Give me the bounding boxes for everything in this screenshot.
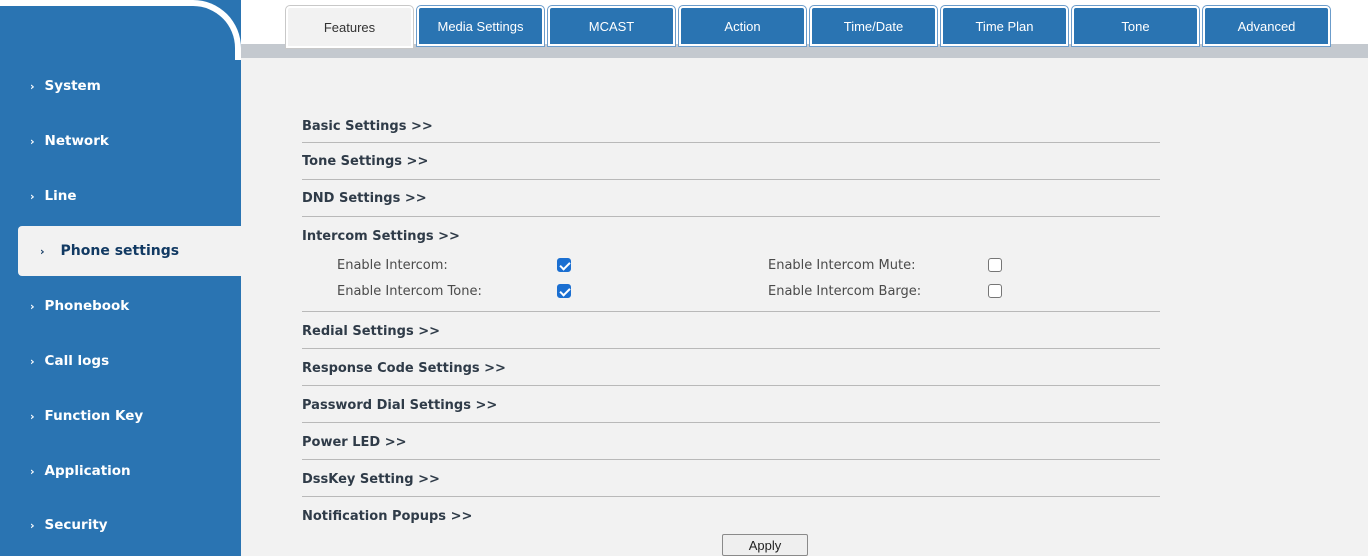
section-dnd-settings: DND Settings >> <box>302 180 1160 217</box>
enable-intercom-barge-label: Enable Intercom Barge: <box>768 284 922 299</box>
sidebar-item-security[interactable]: › Security <box>0 500 241 550</box>
tab-action[interactable]: Action <box>678 5 807 47</box>
section-title[interactable]: Basic Settings >> <box>302 119 433 134</box>
sidebar-item-network[interactable]: › Network <box>0 116 241 166</box>
section-title[interactable]: DssKey Setting >> <box>302 472 440 487</box>
sidebar-item-system[interactable]: › System <box>0 61 241 111</box>
sidebar-header-curve <box>0 0 241 60</box>
section-title[interactable]: Notification Popups >> <box>302 509 472 524</box>
tab-mcast[interactable]: MCAST <box>547 5 676 47</box>
chevron-right-icon: › <box>30 79 35 93</box>
sidebar-item-label: Network <box>44 133 109 149</box>
sidebar-item-line[interactable]: › Line <box>0 171 241 221</box>
sidebar-item-application[interactable]: › Application <box>0 446 241 496</box>
sidebar-item-label: Phone settings <box>60 243 180 259</box>
section-redial-settings: Redial Settings >> <box>302 312 1160 349</box>
sidebar-item-phonebook[interactable]: › Phonebook <box>0 281 241 331</box>
sidebar-item-phone-settings[interactable]: › Phone settings <box>18 226 241 276</box>
chevron-right-icon: › <box>30 464 35 478</box>
sidebar-item-label: Security <box>44 517 108 533</box>
section-title[interactable]: Tone Settings >> <box>302 154 428 169</box>
section-basic-settings: Basic Settings >> <box>302 106 1160 143</box>
section-title[interactable]: Response Code Settings >> <box>302 361 506 376</box>
chevron-right-icon: › <box>30 189 35 203</box>
tab-time-date[interactable]: Time/Date <box>809 5 938 47</box>
section-power-led: Power LED >> <box>302 423 1160 460</box>
chevron-right-icon: › <box>30 409 35 423</box>
section-title[interactable]: Redial Settings >> <box>302 324 440 339</box>
sidebar-item-call-logs[interactable]: › Call logs <box>0 336 241 386</box>
enable-intercom-checkbox[interactable] <box>557 258 571 272</box>
section-notification-popups: Notification Popups >> <box>302 497 1160 534</box>
section-dsskey-setting: DssKey Setting >> <box>302 460 1160 497</box>
sidebar-item-label: Function Key <box>44 408 144 424</box>
enable-intercom-label: Enable Intercom: <box>337 258 448 273</box>
sidebar-item-label: Line <box>44 188 77 204</box>
tab-time-plan[interactable]: Time Plan <box>940 5 1069 47</box>
chevron-right-icon: › <box>40 244 45 258</box>
tab-strip: Features Media Settings MCAST Action Tim… <box>285 5 1334 49</box>
section-password-dial-settings: Password Dial Settings >> <box>302 386 1160 423</box>
chevron-right-icon: › <box>30 518 35 532</box>
sidebar-item-label: Call logs <box>44 353 110 369</box>
sidebar-item-function-key[interactable]: › Function Key <box>0 391 241 441</box>
sidebar-item-label: System <box>44 78 101 94</box>
section-title[interactable]: Password Dial Settings >> <box>302 398 497 413</box>
section-title[interactable]: Power LED >> <box>302 435 407 450</box>
enable-intercom-mute-label: Enable Intercom Mute: <box>768 258 916 273</box>
tab-tone[interactable]: Tone <box>1071 5 1200 47</box>
section-intercom-settings: Intercom Settings >> Enable Intercom: En… <box>302 217 1160 312</box>
tab-media-settings[interactable]: Media Settings <box>416 5 545 47</box>
chevron-right-icon: › <box>30 354 35 368</box>
enable-intercom-barge-checkbox[interactable] <box>988 284 1002 298</box>
tab-features[interactable]: Features <box>285 5 414 49</box>
section-tone-settings: Tone Settings >> <box>302 143 1160 180</box>
enable-intercom-tone-checkbox[interactable] <box>557 284 571 298</box>
chevron-right-icon: › <box>30 299 35 313</box>
sidebar: › System › Network › Line › Phone settin… <box>0 0 241 556</box>
section-title[interactable]: DND Settings >> <box>302 191 427 206</box>
apply-button[interactable]: Apply <box>722 534 808 556</box>
content-panel: Basic Settings >> Tone Settings >> DND S… <box>241 58 1368 556</box>
section-title[interactable]: Intercom Settings >> <box>302 229 460 244</box>
enable-intercom-tone-label: Enable Intercom Tone: <box>337 284 482 299</box>
enable-intercom-mute-checkbox[interactable] <box>988 258 1002 272</box>
sidebar-item-label: Phonebook <box>44 298 130 314</box>
tab-advanced[interactable]: Advanced <box>1202 5 1331 47</box>
chevron-right-icon: › <box>30 134 35 148</box>
sidebar-item-label: Application <box>44 463 131 479</box>
section-response-code-settings: Response Code Settings >> <box>302 349 1160 386</box>
